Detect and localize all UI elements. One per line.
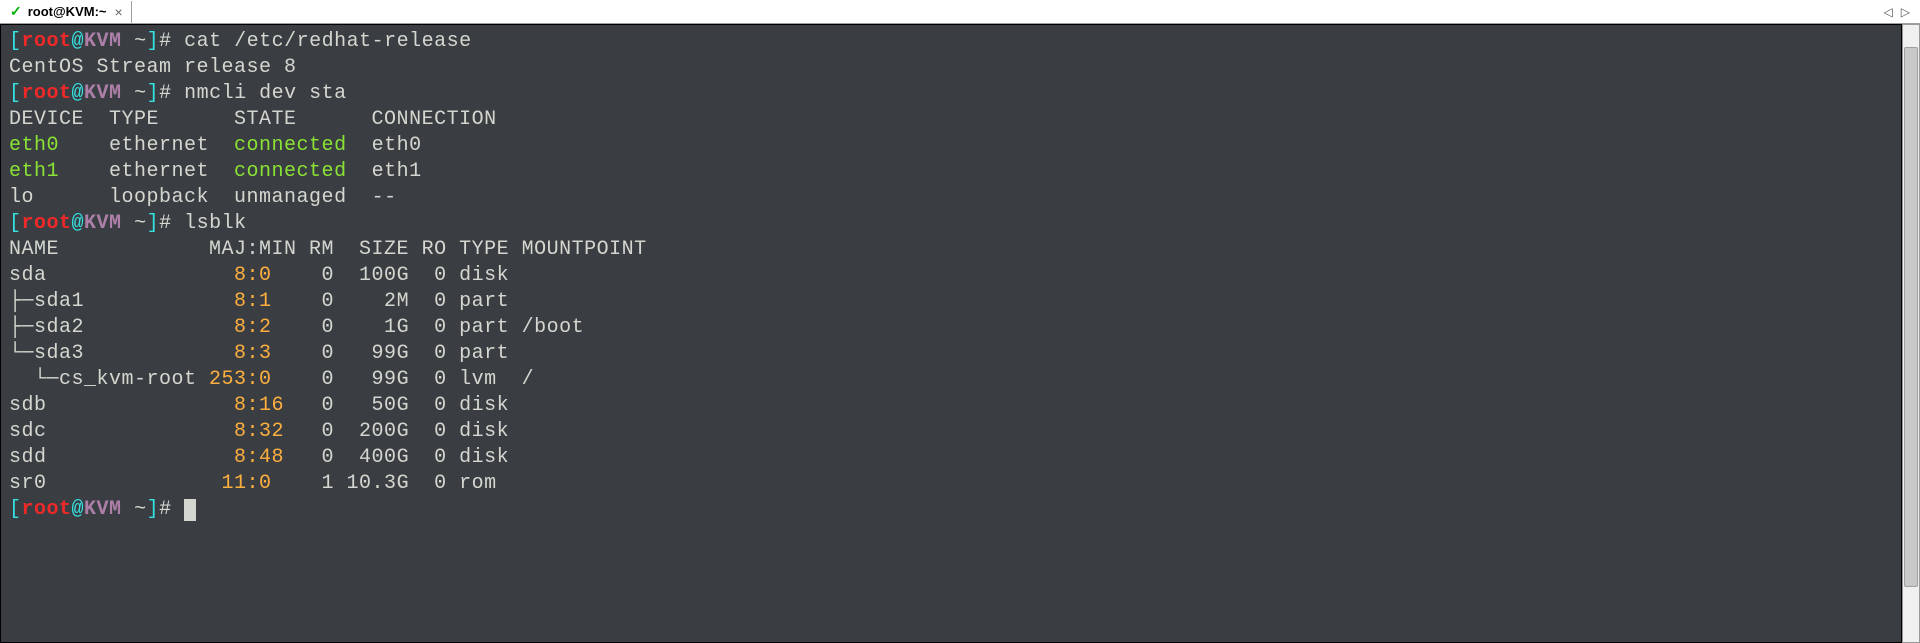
lsblk-row-mm: 8:2 (209, 316, 297, 339)
command-nmcli: nmcli dev sta (184, 82, 347, 105)
nav-left-icon[interactable]: ◁ (1882, 5, 1895, 19)
lsblk-row-name: └─sda3 (9, 342, 209, 365)
nmcli-row-dev: eth0 (9, 134, 109, 157)
prompt-bracket-open: [ (9, 212, 22, 235)
lsblk-row-rest: 0 99G 0 lvm / (297, 368, 535, 391)
prompt-symbol: # (159, 212, 184, 235)
nmcli-row-dev: eth1 (9, 160, 109, 183)
lsblk-row-mm: 11:0 (209, 472, 297, 495)
scrollbar-thumb[interactable] (1904, 47, 1918, 587)
lsblk-row-name: sr0 (9, 472, 209, 495)
prompt-at: @ (72, 212, 85, 235)
terminal-output[interactable]: [root@KVM ~]# cat /etc/redhat-release Ce… (0, 24, 1902, 643)
prompt-bracket-open: [ (9, 30, 22, 53)
lsblk-row-name: ├─sda1 (9, 290, 209, 313)
nmcli-row-type: ethernet (109, 160, 234, 183)
window-titlebar: ✓ root@KVM:~ × ◁ ▷ (0, 0, 1920, 24)
prompt-at: @ (72, 82, 85, 105)
prompt-symbol: # (159, 82, 184, 105)
lsblk-row-name: sda (9, 264, 209, 287)
nmcli-row-conn: -- (372, 186, 510, 209)
prompt-host: KVM (84, 498, 122, 521)
lsblk-row-mm: 8:48 (209, 446, 297, 469)
lsblk-row-rest: 0 400G 0 disk (297, 446, 522, 469)
nmcli-row-type: loopback (109, 186, 234, 209)
nav-right-icon[interactable]: ▷ (1899, 5, 1912, 19)
lsblk-row-name: sdb (9, 394, 209, 417)
prompt-host: KVM (84, 30, 122, 53)
nmcli-row-conn: eth0 (372, 134, 510, 157)
prompt-user: root (22, 82, 72, 105)
prompt-bracket-open: [ (9, 82, 22, 105)
lsblk-row-rest: 0 100G 0 disk (297, 264, 522, 287)
lsblk-row-rest: 0 2M 0 part (297, 290, 522, 313)
lsblk-row-rest: 0 50G 0 disk (297, 394, 522, 417)
lsblk-row-name: ├─sda2 (9, 316, 209, 339)
prompt-path: ~ (122, 212, 147, 235)
prompt-at: @ (72, 498, 85, 521)
nmcli-row-state: unmanaged (234, 186, 372, 209)
prompt-at: @ (72, 30, 85, 53)
lsblk-row-rest: 0 99G 0 part (297, 342, 522, 365)
prompt-user: root (22, 212, 72, 235)
vertical-scrollbar[interactable] (1902, 24, 1920, 643)
output-release: CentOS Stream release 8 (9, 56, 297, 79)
lsblk-row-mm: 8:0 (209, 264, 297, 287)
prompt-bracket-close: ] (147, 82, 160, 105)
nmcli-row-state: connected (234, 134, 372, 157)
lsblk-row-mm: 8:32 (209, 420, 297, 443)
prompt-host: KVM (84, 82, 122, 105)
nmcli-row-conn: eth1 (372, 160, 510, 183)
terminal-tab[interactable]: ✓ root@KVM:~ × (4, 1, 132, 23)
terminal-container: [root@KVM ~]# cat /etc/redhat-release Ce… (0, 24, 1920, 643)
prompt-bracket-close: ] (147, 212, 160, 235)
lsblk-row-rest: 0 200G 0 disk (297, 420, 522, 443)
status-check-icon: ✓ (10, 3, 22, 20)
lsblk-row-name: └─cs_kvm-root (9, 368, 209, 391)
prompt-bracket-close: ] (147, 30, 160, 53)
nmcli-row-type: ethernet (109, 134, 234, 157)
tab-nav-arrows: ◁ ▷ (1882, 5, 1916, 19)
nmcli-row-dev: lo (9, 186, 109, 209)
lsblk-row-name: sdc (9, 420, 209, 443)
lsblk-row-name: sdd (9, 446, 209, 469)
nmcli-row-state: connected (234, 160, 372, 183)
tab-title: root@KVM:~ (28, 4, 107, 19)
prompt-user: root (22, 498, 72, 521)
prompt-host: KVM (84, 212, 122, 235)
lsblk-row-mm: 8:1 (209, 290, 297, 313)
lsblk-header: NAME MAJ:MIN RM SIZE RO TYPE MOUNTPOINT (9, 238, 647, 261)
prompt-symbol: # (159, 30, 184, 53)
command-cat: cat /etc/redhat-release (184, 30, 472, 53)
prompt-bracket-close: ] (147, 498, 160, 521)
prompt-symbol: # (159, 498, 184, 521)
lsblk-row-mm: 8:16 (209, 394, 297, 417)
cursor-icon (184, 499, 196, 521)
prompt-path: ~ (122, 82, 147, 105)
prompt-path: ~ (122, 498, 147, 521)
nmcli-header: DEVICE TYPE STATE CONNECTION (9, 108, 509, 131)
lsblk-row-rest: 1 10.3G 0 rom (297, 472, 522, 495)
close-icon[interactable]: × (113, 4, 125, 20)
prompt-bracket-open: [ (9, 498, 22, 521)
command-lsblk: lsblk (184, 212, 247, 235)
lsblk-row-mm: 253:0 (209, 368, 297, 391)
prompt-path: ~ (122, 30, 147, 53)
lsblk-row-rest: 0 1G 0 part /boot (297, 316, 585, 339)
lsblk-row-mm: 8:3 (209, 342, 297, 365)
prompt-user: root (22, 30, 72, 53)
